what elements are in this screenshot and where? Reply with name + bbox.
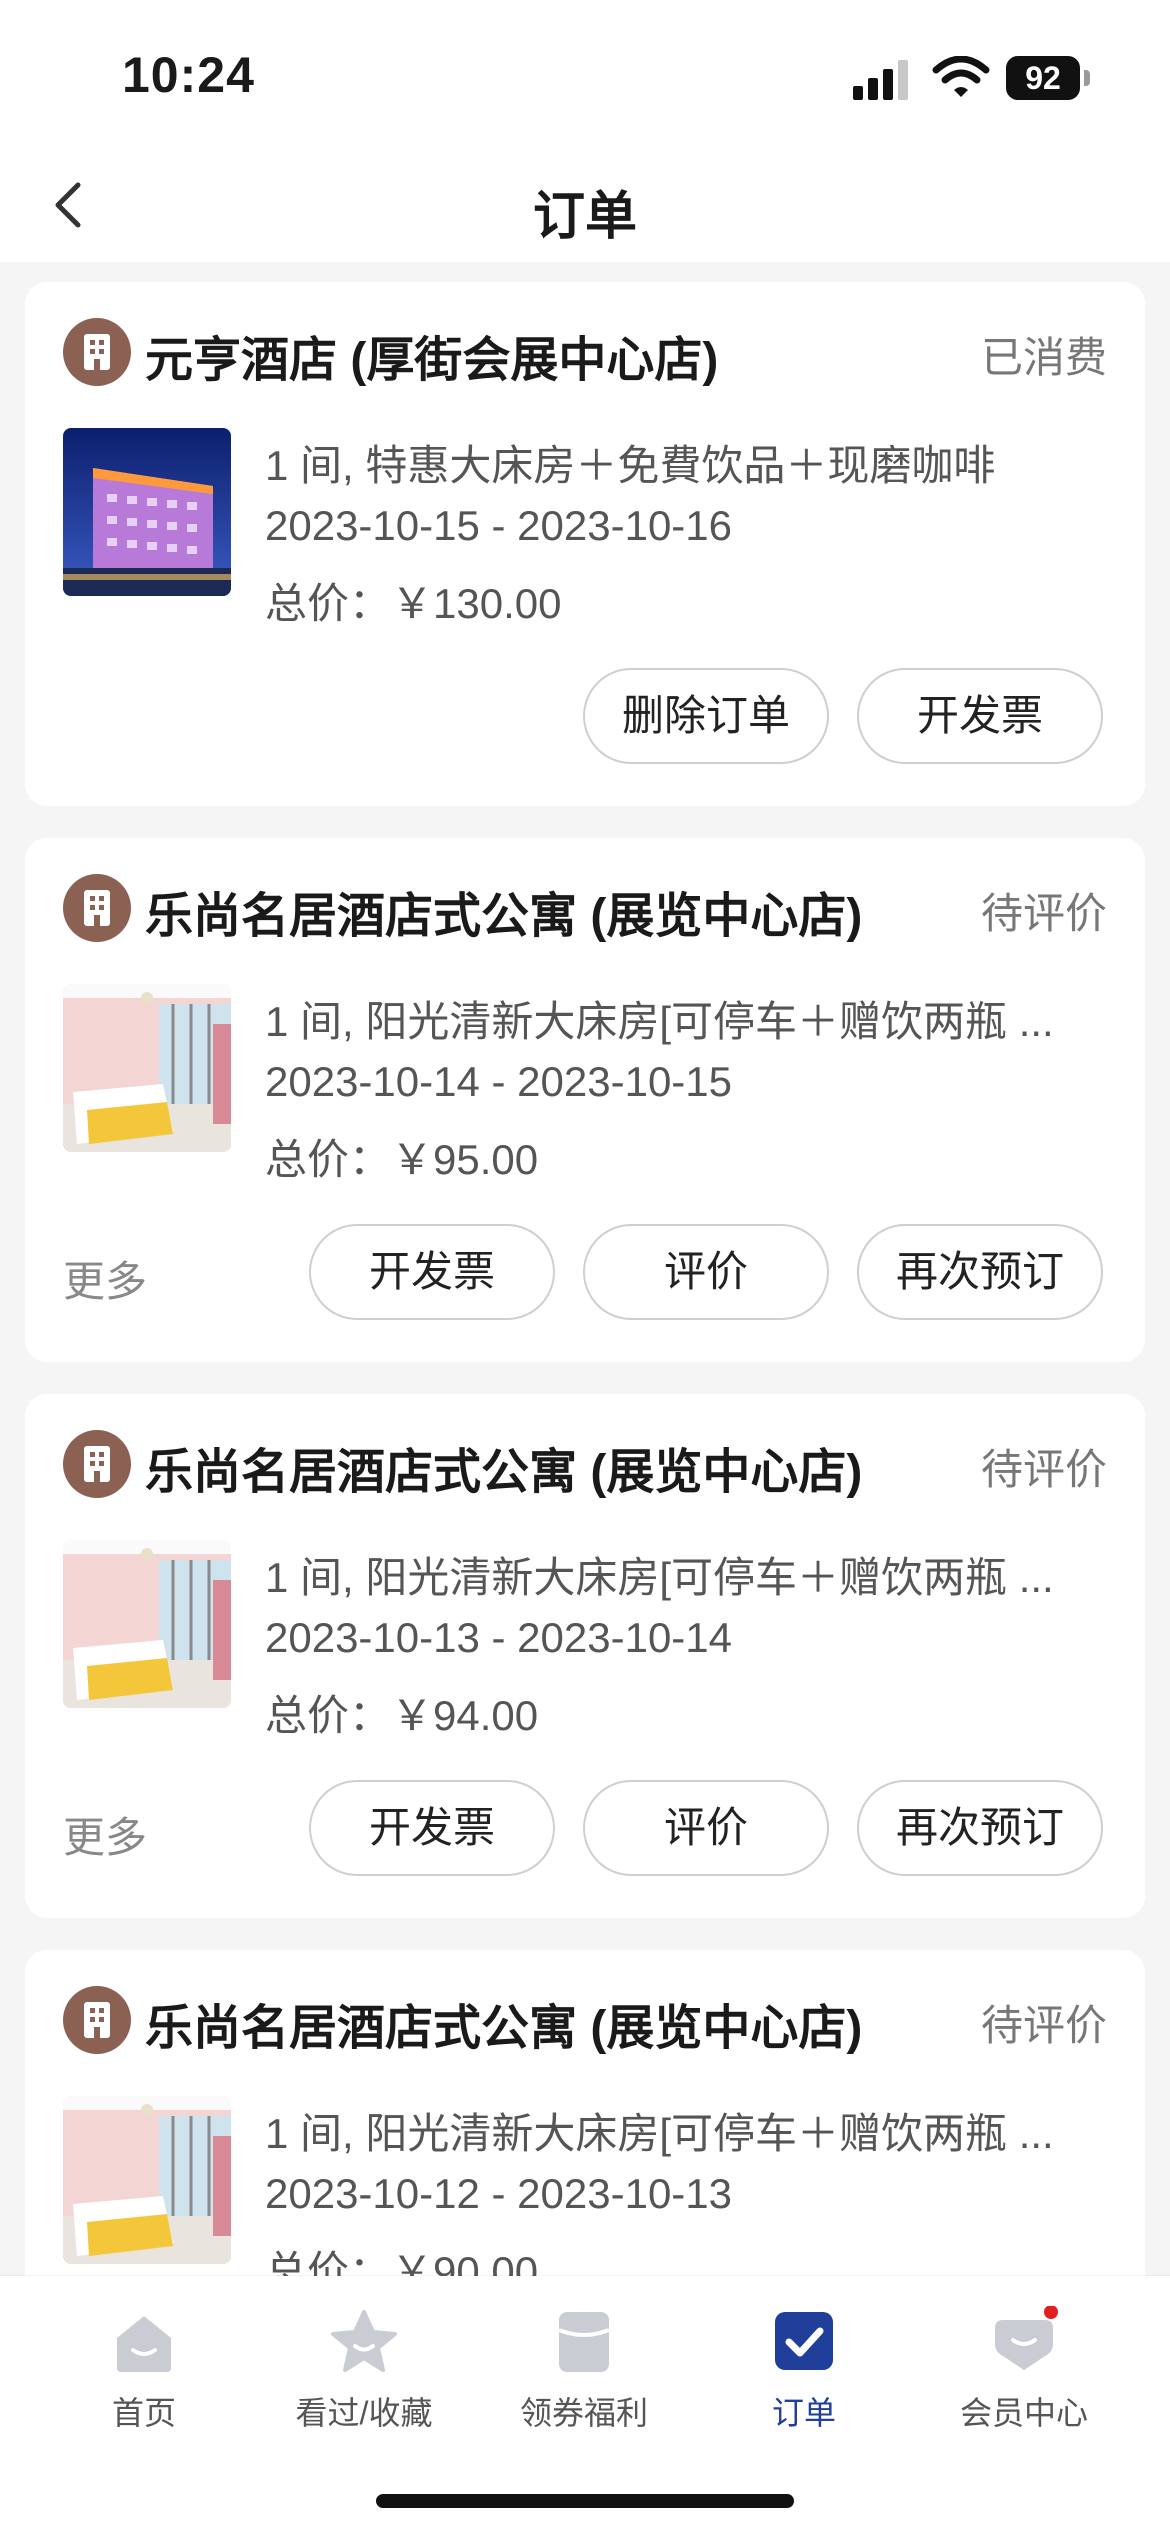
order-card[interactable]: 乐尚名居酒店式公寓 (展览中心店) 待评价 1 间, 阳光清新大床房[可停车＋赠… [25, 1950, 1145, 2276]
invoice-button[interactable]: 开发票 [309, 1224, 555, 1320]
tab-orders[interactable]: 订单 [694, 2306, 914, 2436]
battery-icon: 92 [1006, 56, 1092, 100]
hotel-name[interactable]: 乐尚名居酒店式公寓 (展览中心店) [145, 876, 862, 946]
hotel-name[interactable]: 乐尚名居酒店式公寓 (展览中心店) [145, 1432, 862, 1502]
delete-order-button[interactable]: 删除订单 [583, 668, 829, 764]
stay-dates: 2023-10-13 - 2023-10-14 [265, 1614, 733, 1661]
hotel-building-icon [63, 1430, 131, 1498]
hotel-building-icon [63, 874, 131, 942]
tab-home[interactable]: 首页 [34, 2306, 254, 2436]
coupon-icon [558, 2312, 610, 2372]
hotel-name[interactable]: 元亨酒店 (厚街会展中心店) [145, 320, 718, 390]
review-button[interactable]: 评价 [583, 1780, 829, 1876]
status-time: 10:24 [122, 47, 255, 103]
total-price: 总价：￥90.00 [265, 2248, 539, 2276]
tab-label: 会员中心 [959, 2395, 1088, 2431]
room-description: 1 间, 特惠大床房＋免費饮品＋现磨咖啡 [265, 442, 996, 489]
room-photo[interactable] [63, 1540, 231, 1708]
tab-label: 领券福利 [519, 2395, 648, 2431]
nav-bar: 订单 [0, 150, 1170, 262]
more-link[interactable]: 更多 [63, 1248, 147, 1309]
battery-level: 92 [1006, 56, 1080, 100]
notification-badge [1044, 2306, 1058, 2319]
star-icon [331, 2310, 397, 2372]
room-photo[interactable] [63, 984, 231, 1152]
invoice-button[interactable]: 开发票 [309, 1780, 555, 1876]
wifi-icon [932, 56, 990, 97]
tab-member-center[interactable]: 会员中心 [914, 2306, 1134, 2436]
order-list[interactable]: 元亨酒店 (厚街会展中心店) 已消费 1 间, 特惠大床房＋免費饮品＋现磨咖啡 … [0, 262, 1170, 2276]
room-description: 1 间, 阳光清新大床房[可停车＋赠饮两瓶 ... [265, 2110, 1054, 2157]
rebook-button[interactable]: 再次预订 [857, 1224, 1103, 1320]
review-button[interactable]: 评价 [583, 1224, 829, 1320]
page-title: 订单 [532, 188, 637, 246]
tab-coupons[interactable]: 领券福利 [474, 2306, 694, 2436]
tab-label: 订单 [771, 2395, 836, 2431]
order-status: 待评价 [980, 1446, 1107, 1493]
stay-dates: 2023-10-14 - 2023-10-15 [265, 1058, 733, 1105]
room-photo[interactable] [63, 2096, 231, 2264]
tab-label: 看过/收藏 [295, 2395, 433, 2431]
order-check-icon [775, 2312, 833, 2370]
order-card[interactable]: 乐尚名居酒店式公寓 (展览中心店) 待评价 1 间, 阳光清新大床房[可停车＋赠… [25, 1394, 1145, 1918]
rebook-button[interactable]: 再次预订 [857, 1780, 1103, 1876]
room-description: 1 间, 阳光清新大床房[可停车＋赠饮两瓶 ... [265, 1554, 1054, 1601]
tab-history-favorites[interactable]: 看过/收藏 [254, 2306, 474, 2436]
member-icon [995, 2306, 1058, 2370]
hotel-building-icon [63, 318, 131, 386]
total-price: 总价：￥95.00 [265, 1136, 539, 1183]
room-description: 1 间, 阳光清新大床房[可停车＋赠饮两瓶 ... [265, 998, 1054, 1045]
hotel-photo[interactable] [63, 428, 231, 596]
order-status: 已消费 [980, 334, 1107, 381]
hotel-name[interactable]: 乐尚名居酒店式公寓 (展览中心店) [145, 1988, 862, 2058]
cellular-signal-icon [853, 60, 908, 100]
status-bar: 10:24 92 [0, 0, 1170, 150]
order-card[interactable]: 元亨酒店 (厚街会展中心店) 已消费 1 间, 特惠大床房＋免費饮品＋现磨咖啡 … [25, 282, 1145, 806]
total-price: 总价：￥130.00 [265, 580, 562, 627]
hotel-building-icon [63, 1986, 131, 2054]
more-link[interactable]: 更多 [63, 1804, 147, 1865]
home-icon [117, 2316, 171, 2372]
order-status: 待评价 [980, 890, 1107, 937]
order-card[interactable]: 乐尚名居酒店式公寓 (展览中心店) 待评价 1 间, 阳光清新大床房[可停车＋赠… [25, 838, 1145, 1362]
stay-dates: 2023-10-12 - 2023-10-13 [265, 2170, 733, 2217]
stay-dates: 2023-10-15 - 2023-10-16 [265, 502, 733, 549]
home-indicator[interactable] [376, 2494, 794, 2508]
total-price: 总价：￥94.00 [265, 1692, 539, 1739]
order-status: 待评价 [980, 2002, 1107, 2049]
invoice-button[interactable]: 开发票 [857, 668, 1103, 764]
tab-label: 首页 [111, 2395, 176, 2431]
